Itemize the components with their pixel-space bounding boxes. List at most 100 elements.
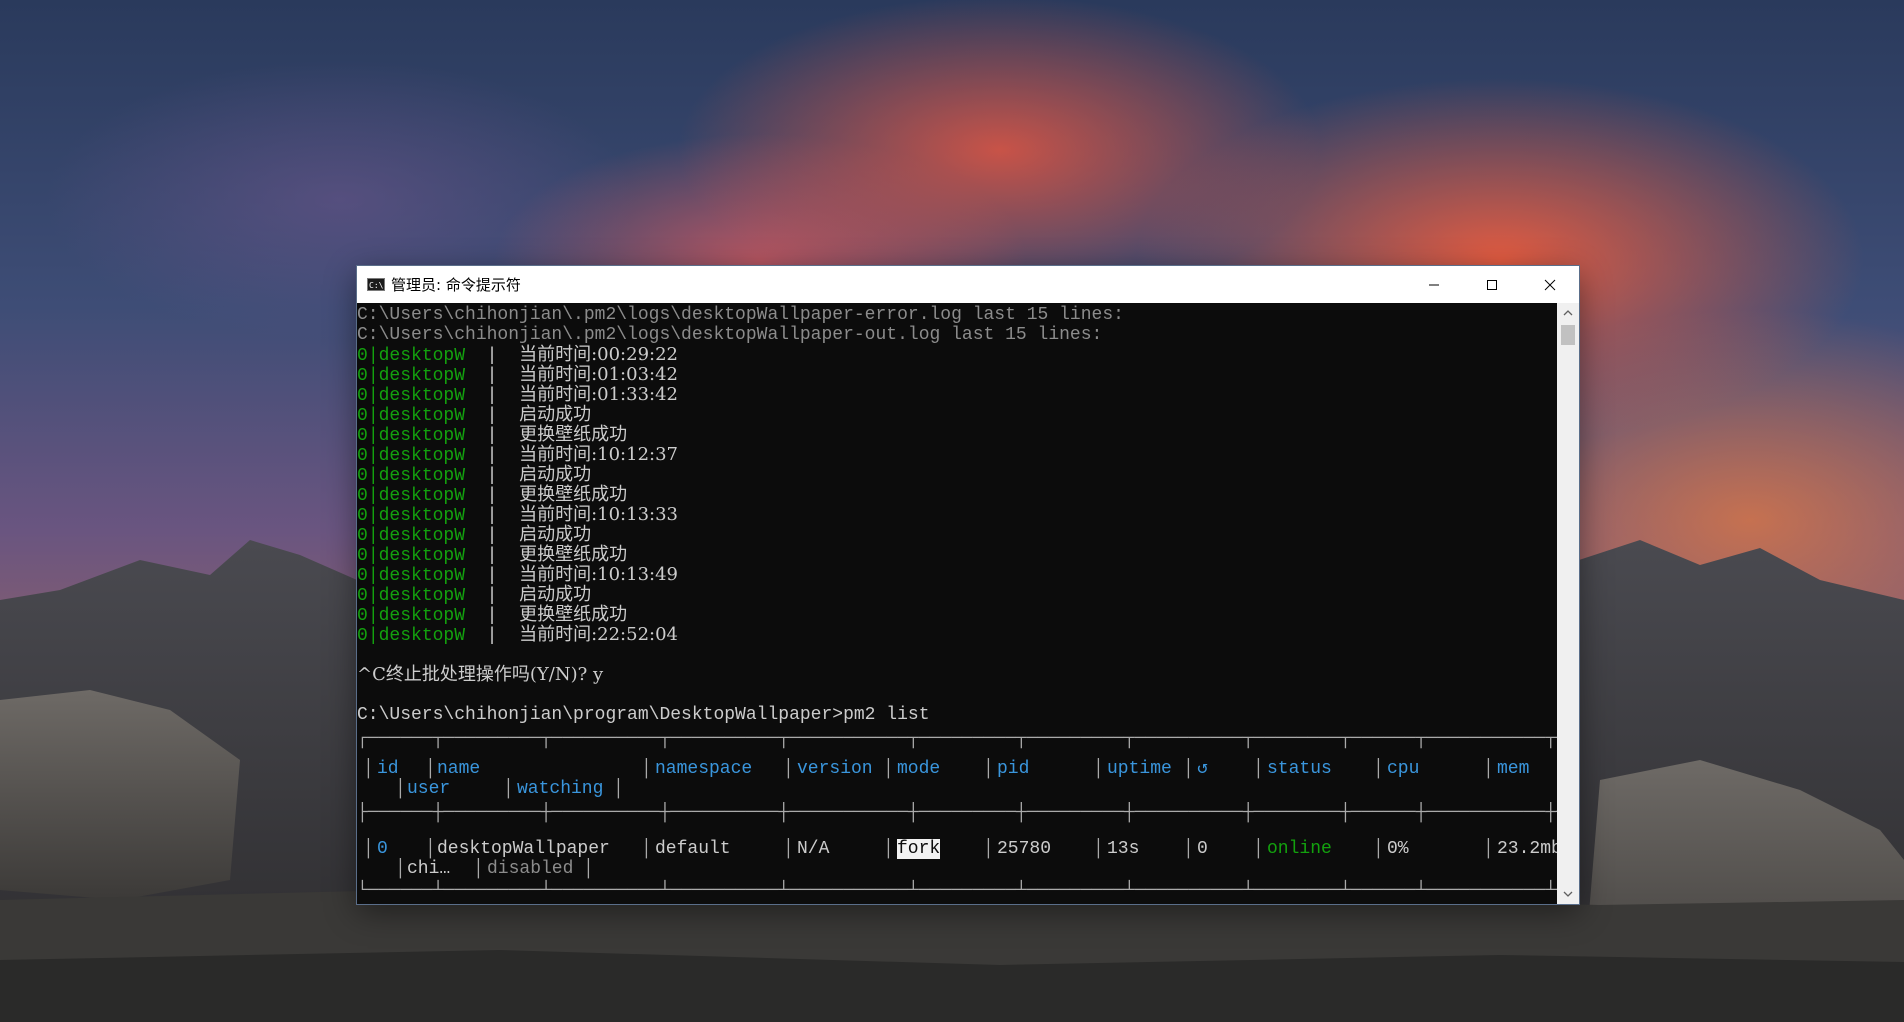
scroll-down-arrow[interactable] <box>1557 884 1579 904</box>
log-separator: | <box>367 446 379 466</box>
log-message: 当前时间:01:03:42 <box>519 364 678 385</box>
scroll-thumb[interactable] <box>1561 325 1575 345</box>
header-mode: mode <box>897 759 941 779</box>
table-header-divider: ├──────┼─────────┼──────────┼──────────┼… <box>357 803 1557 823</box>
row-mode: fork <box>897 839 941 859</box>
log-process-name: desktopW <box>378 526 466 546</box>
log-message: 当前时间:22:52:04 <box>519 624 678 645</box>
chevron-down-icon <box>1563 891 1573 897</box>
table-bottom-border: └──────┴─────────┴──────────┴──────────┴… <box>357 881 1557 901</box>
log-path-error: C:\Users\chihonjian\.pm2\logs\desktopWal… <box>357 305 1124 325</box>
log-separator: | <box>486 446 498 466</box>
log-process-id: 0 <box>357 486 368 506</box>
row-cpu: 0% <box>1387 839 1409 859</box>
header-status: status <box>1267 759 1332 779</box>
log-message: 更换壁纸成功 <box>519 424 628 445</box>
log-process-id: 0 <box>357 446 368 466</box>
log-line: 0|desktopW | 启动成功 <box>357 404 592 427</box>
log-message: 启动成功 <box>519 524 592 545</box>
log-message: 更换壁纸成功 <box>519 604 628 625</box>
log-line: 0|desktopW | 当前时间:01:03:42 <box>357 364 678 387</box>
log-process-id: 0 <box>357 466 368 486</box>
log-message: 当前时间:10:13:33 <box>519 504 678 525</box>
close-icon <box>1544 279 1556 290</box>
log-separator: | <box>486 626 498 646</box>
close-button[interactable] <box>1521 266 1579 303</box>
window-controls <box>1405 266 1579 303</box>
log-separator: | <box>486 546 498 566</box>
log-message: 启动成功 <box>519 584 592 605</box>
row-user: chi… <box>407 859 451 879</box>
log-message: 更换壁纸成功 <box>519 544 628 565</box>
log-process-name: desktopW <box>378 606 466 626</box>
log-separator: | <box>486 566 498 586</box>
log-message: 启动成功 <box>519 404 592 425</box>
log-process-name: desktopW <box>378 546 466 566</box>
maximize-button[interactable] <box>1463 266 1521 303</box>
log-process-name: desktopW <box>378 566 466 586</box>
log-path-out: C:\Users\chihonjian\.pm2\logs\desktopWal… <box>357 325 1103 345</box>
log-process-name: desktopW <box>378 406 466 426</box>
batch-prompt: ^C终止批处理操作吗(Y/N)? y <box>357 664 604 685</box>
log-separator: | <box>486 486 498 506</box>
command-prompt-window[interactable]: C:\ 管理员: 命令提示符 C:\Users\chihonjian\.pm2\… <box>357 266 1579 904</box>
header-pid: pid <box>997 759 1030 779</box>
title-bar[interactable]: C:\ 管理员: 命令提示符 <box>357 266 1579 303</box>
log-line: 0|desktopW | 更换壁纸成功 <box>357 604 628 627</box>
log-process-id: 0 <box>357 586 368 606</box>
log-separator: | <box>367 346 379 366</box>
log-separator: | <box>486 406 498 426</box>
log-line: 0|desktopW | 更换壁纸成功 <box>357 424 628 447</box>
log-line: 0|desktopW | 当前时间:01:33:42 <box>357 385 678 407</box>
log-process-id: 0 <box>357 346 368 366</box>
header-cpu: cpu <box>1387 759 1420 779</box>
header-user: user <box>407 779 451 799</box>
log-separator: | <box>486 606 498 626</box>
log-process-name: desktopW <box>378 506 466 526</box>
log-process-id: 0 <box>357 426 368 446</box>
log-line: 0|desktopW | 当前时间:00:29:22 <box>357 345 678 367</box>
log-separator: | <box>486 466 498 486</box>
row-uptime: 13s <box>1107 839 1140 859</box>
log-message: 当前时间:10:12:37 <box>519 444 678 465</box>
maximize-icon <box>1487 279 1497 290</box>
console-output[interactable]: C:\Users\chihonjian\.pm2\logs\desktopWal… <box>357 303 1557 904</box>
log-message: 当前时间:10:13:49 <box>519 564 678 585</box>
vertical-scrollbar[interactable] <box>1557 303 1579 904</box>
row-mem: 23.2mb <box>1497 839 1557 859</box>
minimize-button[interactable] <box>1405 266 1463 303</box>
log-line: 0|desktopW | 更换壁纸成功 <box>357 485 627 507</box>
log-separator: | <box>367 366 379 386</box>
log-process-name: desktopW <box>378 366 466 386</box>
log-separator: | <box>367 546 379 566</box>
log-line: 0|desktopW | 启动成功 <box>357 465 591 487</box>
header-version: version <box>797 759 873 779</box>
log-process-id: 0 <box>357 526 368 546</box>
log-separator: | <box>486 426 498 446</box>
log-separator: | <box>367 426 379 446</box>
chevron-up-icon <box>1563 310 1573 316</box>
log-line: 0|desktopW | 更换壁纸成功 <box>357 544 628 567</box>
cmd-icon: C:\ <box>367 278 385 291</box>
row-pid: 25780 <box>997 839 1052 859</box>
header-uptime: uptime <box>1107 759 1172 779</box>
log-process-id: 0 <box>357 506 368 526</box>
log-separator: | <box>367 626 379 646</box>
header-name: name <box>437 759 481 779</box>
log-process-name: desktopW <box>378 626 466 646</box>
log-process-name: desktopW <box>378 586 466 606</box>
log-separator: | <box>486 366 498 386</box>
scroll-up-arrow[interactable] <box>1557 303 1579 323</box>
log-separator: | <box>486 526 498 546</box>
header-id: id <box>377 759 399 779</box>
log-separator: | <box>486 386 498 406</box>
row-version: N/A <box>797 839 830 859</box>
row-watching: disabled <box>487 859 574 879</box>
log-separator: | <box>486 346 498 366</box>
log-process-id: 0 <box>357 386 368 406</box>
log-process-id: 0 <box>357 626 368 646</box>
header-namespace: namespace <box>655 759 753 779</box>
log-process-name: desktopW <box>378 386 466 406</box>
log-separator: | <box>367 406 379 426</box>
row-restarts: 0 <box>1197 839 1208 859</box>
